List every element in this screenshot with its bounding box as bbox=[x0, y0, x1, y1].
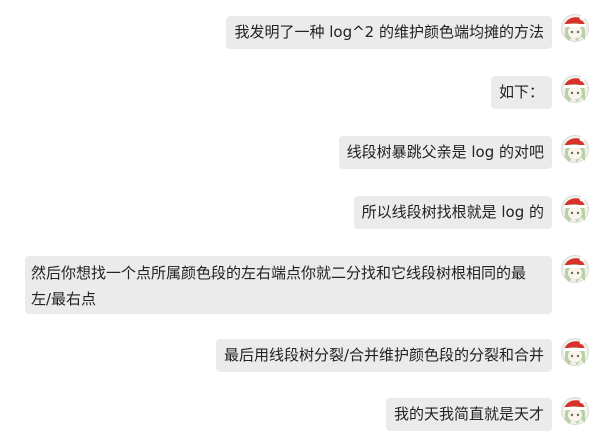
message-text: 然后你想找一个点所属颜色段的左右端点你就二分找和它线段树根相同的最左/最右点 bbox=[31, 264, 527, 308]
message-text: 我发明了一种 log^2 的维护颜色端均摊的方法 bbox=[234, 23, 544, 41]
avatar[interactable] bbox=[561, 338, 589, 366]
anime-girl-santa-hat-icon bbox=[561, 135, 589, 163]
anime-girl-santa-hat-icon bbox=[561, 195, 589, 223]
anime-girl-santa-hat-icon bbox=[561, 338, 589, 366]
avatar[interactable] bbox=[561, 397, 589, 425]
message-bubble: 最后用线段树分裂/合并维护颜色段的分裂和合并 bbox=[215, 339, 552, 372]
anime-girl-santa-hat-icon bbox=[561, 14, 589, 42]
avatar[interactable] bbox=[561, 135, 589, 163]
avatar[interactable] bbox=[561, 75, 589, 103]
chat-log: 我发明了一种 log^2 的维护颜色端均摊的方法 如下： 线段树暴跳父亲是 lo… bbox=[0, 0, 592, 437]
message-text: 所以线段树找根就是 log 的 bbox=[361, 203, 544, 221]
anime-girl-santa-hat-icon bbox=[561, 255, 589, 283]
message-text: 如下： bbox=[498, 83, 544, 101]
anime-girl-santa-hat-icon bbox=[561, 397, 589, 425]
message-bubble: 线段树暴跳父亲是 log 的对吧 bbox=[338, 136, 552, 169]
avatar[interactable] bbox=[561, 14, 589, 42]
message-text: 我的天我简直就是天才 bbox=[393, 405, 544, 423]
message-text: 线段树暴跳父亲是 log 的对吧 bbox=[346, 143, 544, 161]
message-bubble: 我发明了一种 log^2 的维护颜色端均摊的方法 bbox=[226, 16, 552, 49]
message-bubble: 如下： bbox=[490, 76, 552, 109]
avatar[interactable] bbox=[561, 255, 589, 283]
anime-girl-santa-hat-icon bbox=[561, 75, 589, 103]
message-bubble: 然后你想找一个点所属颜色段的左右端点你就二分找和它线段树根相同的最左/最右点 bbox=[25, 256, 552, 314]
message-text: 最后用线段树分裂/合并维护颜色段的分裂和合并 bbox=[223, 346, 544, 364]
message-bubble: 所以线段树找根就是 log 的 bbox=[353, 196, 552, 229]
message-bubble: 我的天我简直就是天才 bbox=[385, 398, 552, 431]
avatar[interactable] bbox=[561, 195, 589, 223]
